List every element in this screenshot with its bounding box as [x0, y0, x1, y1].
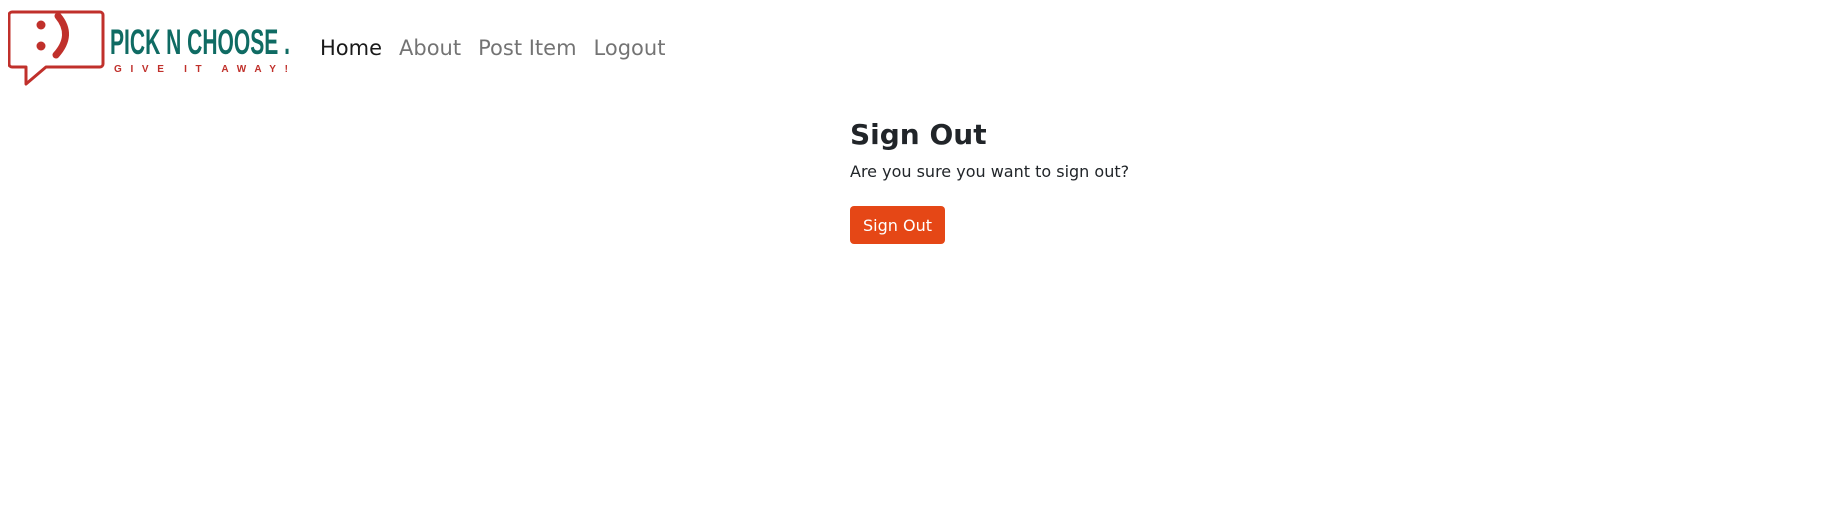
navbar: PICK N CHOOSE . GIVE IT AWAY! Home About… [0, 0, 1844, 96]
nav-links: Home About Post Item Logout [320, 0, 665, 96]
nav-about-link[interactable]: About [399, 36, 461, 60]
nav-post-item-link[interactable]: Post Item [478, 36, 576, 60]
brand-logo-link[interactable]: PICK N CHOOSE . GIVE IT AWAY! [8, 9, 298, 89]
page-title: Sign Out [850, 118, 987, 151]
brand-logo: PICK N CHOOSE . GIVE IT AWAY! [8, 10, 290, 86]
brand-name: PICK N CHOOSE . [110, 23, 290, 62]
brand-tagline: GIVE IT AWAY! [114, 64, 288, 75]
nav-logout-link[interactable]: Logout [594, 36, 666, 60]
confirmation-message: Are you sure you want to sign out? [850, 162, 1130, 181]
smiley-speech-bubble-icon [8, 10, 105, 86]
nav-home-link[interactable]: Home [320, 36, 382, 60]
sign-out-button[interactable]: Sign Out [850, 206, 945, 244]
sign-out-panel: Sign Out Are you sure you want to sign o… [850, 118, 1350, 244]
